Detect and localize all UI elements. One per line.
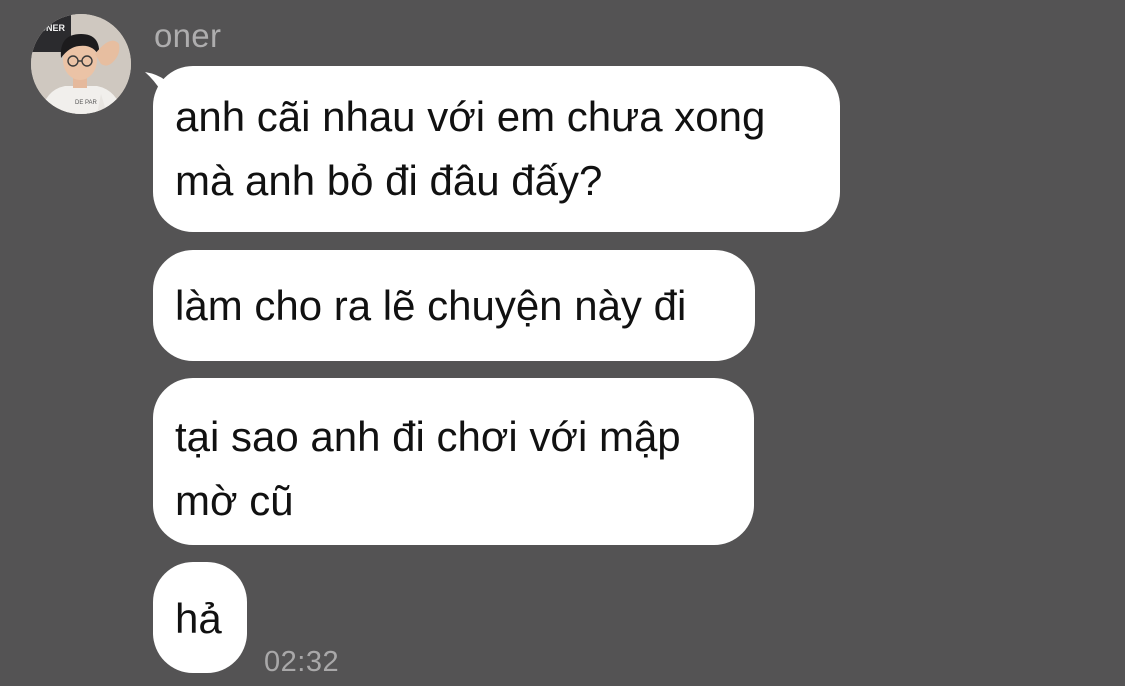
message-text-line: mờ cũ — [175, 477, 294, 524]
message-bubble[interactable]: anh cãi nhau với em chưa xong mà anh bỏ … — [153, 66, 840, 232]
sender-avatar[interactable]: ONER DE PAR — [31, 14, 131, 114]
message-bubble[interactable]: tại sao anh đi chơi với mập mờ cũ — [153, 378, 754, 545]
message-bubble[interactable]: hả — [153, 562, 247, 673]
message-text-line: mà anh bỏ đi đâu đấy? — [175, 157, 603, 204]
message-text-line: làm cho ra lẽ chuyện này đi — [175, 282, 687, 329]
message-timestamp: 02:32 — [264, 646, 340, 678]
message-text-line: anh cãi nhau với em chưa xong — [175, 93, 766, 140]
avatar-photo: ONER DE PAR — [31, 14, 131, 114]
message-text-line: tại sao anh đi chơi với mập — [175, 413, 681, 460]
svg-text:DE PAR: DE PAR — [75, 100, 98, 106]
message-bubble[interactable]: làm cho ra lẽ chuyện này đi — [153, 250, 755, 361]
message-text-line: hả — [175, 595, 222, 642]
sender-name: oner — [154, 17, 222, 54]
avatar-shirt-text: ONER — [39, 23, 66, 33]
